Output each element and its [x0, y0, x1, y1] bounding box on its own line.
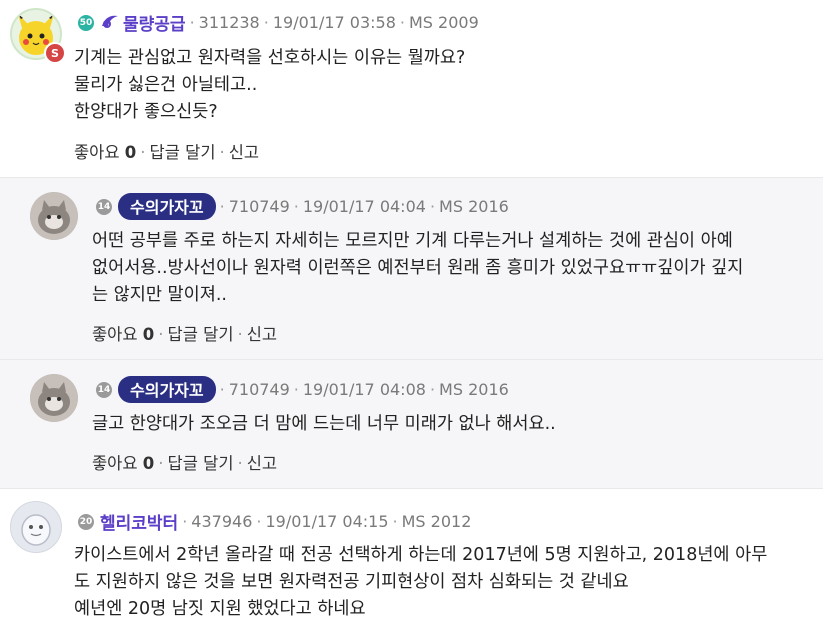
report-button[interactable]: 신고 [247, 454, 277, 473]
report-button[interactable]: 신고 [229, 143, 259, 162]
reply-comment-2: 14 수의가자꼬 · 710749 · 19/01/17 04:08 · MS … [0, 360, 823, 489]
special-badge-icon: S [44, 42, 66, 64]
level-badge: 14 [96, 381, 112, 398]
level-badge: 50 [78, 14, 94, 31]
ms-year: MS 2009 [408, 13, 479, 32]
level-badge: 14 [96, 198, 112, 215]
reply-button[interactable]: 답글 달기 [168, 325, 234, 344]
ms-year: MS 2016 [439, 380, 509, 399]
cat-avatar-icon [30, 192, 78, 240]
user-id: 437946 [191, 512, 253, 531]
comment-body: 기계는 관심없고 원자력을 선호하시는 이유는 뭘까요? 물리가 싫은건 아닐테… [74, 48, 466, 122]
report-button[interactable]: 신고 [247, 325, 277, 344]
level-badge: 20 [78, 513, 94, 530]
comment-actions: 좋아요 0 · 답글 달기 · 신고 [92, 454, 278, 473]
comment-actions: 좋아요 0 · 답글 달기 · 신고 [92, 325, 278, 344]
reply-comment-1: 14 수의가자꼬 · 710749 · 19/01/17 04:04 · MS … [0, 178, 823, 360]
avatar[interactable] [30, 192, 78, 240]
like-button[interactable]: 좋아요 0 [92, 454, 154, 473]
timestamp: 19/01/17 04:08 [302, 380, 426, 399]
comment-meta: 20 헬리코박터 · 437946 · 19/01/17 04:15 · MS … [78, 509, 471, 534]
like-count: 0 [142, 454, 155, 473]
comment-actions: 좋아요 0 · 답글 달기 · 신고 [74, 143, 260, 162]
comment-body: 카이스트에서 2학년 올라갈 때 전공 선택하게 하는데 2017년에 5명 지… [74, 545, 768, 619]
timestamp: 19/01/17 03:58 [272, 13, 396, 32]
default-ghost-avatar-icon [11, 502, 61, 552]
nickname[interactable]: 헬리코박터 [100, 509, 178, 534]
nickname-emblem-icon [100, 12, 120, 34]
reply-button[interactable]: 답글 달기 [150, 143, 216, 162]
reply-button[interactable]: 답글 달기 [168, 454, 234, 473]
like-count: 0 [142, 325, 155, 344]
ms-year: MS 2016 [439, 197, 509, 216]
comment-meta: 50 물량공급 · 311238 · 19/01/17 03:58 · MS 2… [78, 10, 479, 35]
comment-body: 글고 한양대가 조오금 더 맘에 드는데 너무 미래가 없나 해서요.. [92, 414, 556, 434]
timestamp: 19/01/17 04:04 [302, 197, 426, 216]
cat-avatar-icon [30, 374, 78, 422]
like-button[interactable]: 좋아요 0 [74, 143, 136, 162]
user-id: 311238 [198, 13, 260, 32]
like-count: 0 [124, 143, 137, 162]
comment-meta: 14 수의가자꼬 · 710749 · 19/01/17 04:08 · MS … [96, 376, 509, 403]
comment-meta: 14 수의가자꼬 · 710749 · 19/01/17 04:04 · MS … [96, 193, 509, 220]
user-id: 710749 [228, 380, 290, 399]
comment-1: S 50 물량공급 · 311238 · 19/01/17 03:58 · MS… [0, 0, 823, 178]
avatar[interactable] [30, 374, 78, 422]
comment-body: 어떤 공부를 주로 하는지 자세히는 모르지만 기계 다루는거나 설계하는 것에… [92, 231, 744, 305]
nickname[interactable]: 물량공급 [123, 10, 186, 35]
ms-year: MS 2012 [401, 512, 472, 531]
nickname[interactable]: 수의가자꼬 [118, 376, 216, 403]
comment-2: 20 헬리코박터 · 437946 · 19/01/17 04:15 · MS … [0, 489, 823, 629]
user-id: 710749 [228, 197, 290, 216]
avatar[interactable] [10, 501, 62, 553]
like-button[interactable]: 좋아요 0 [92, 325, 154, 344]
nickname[interactable]: 수의가자꼬 [118, 193, 216, 220]
timestamp: 19/01/17 04:15 [265, 512, 389, 531]
